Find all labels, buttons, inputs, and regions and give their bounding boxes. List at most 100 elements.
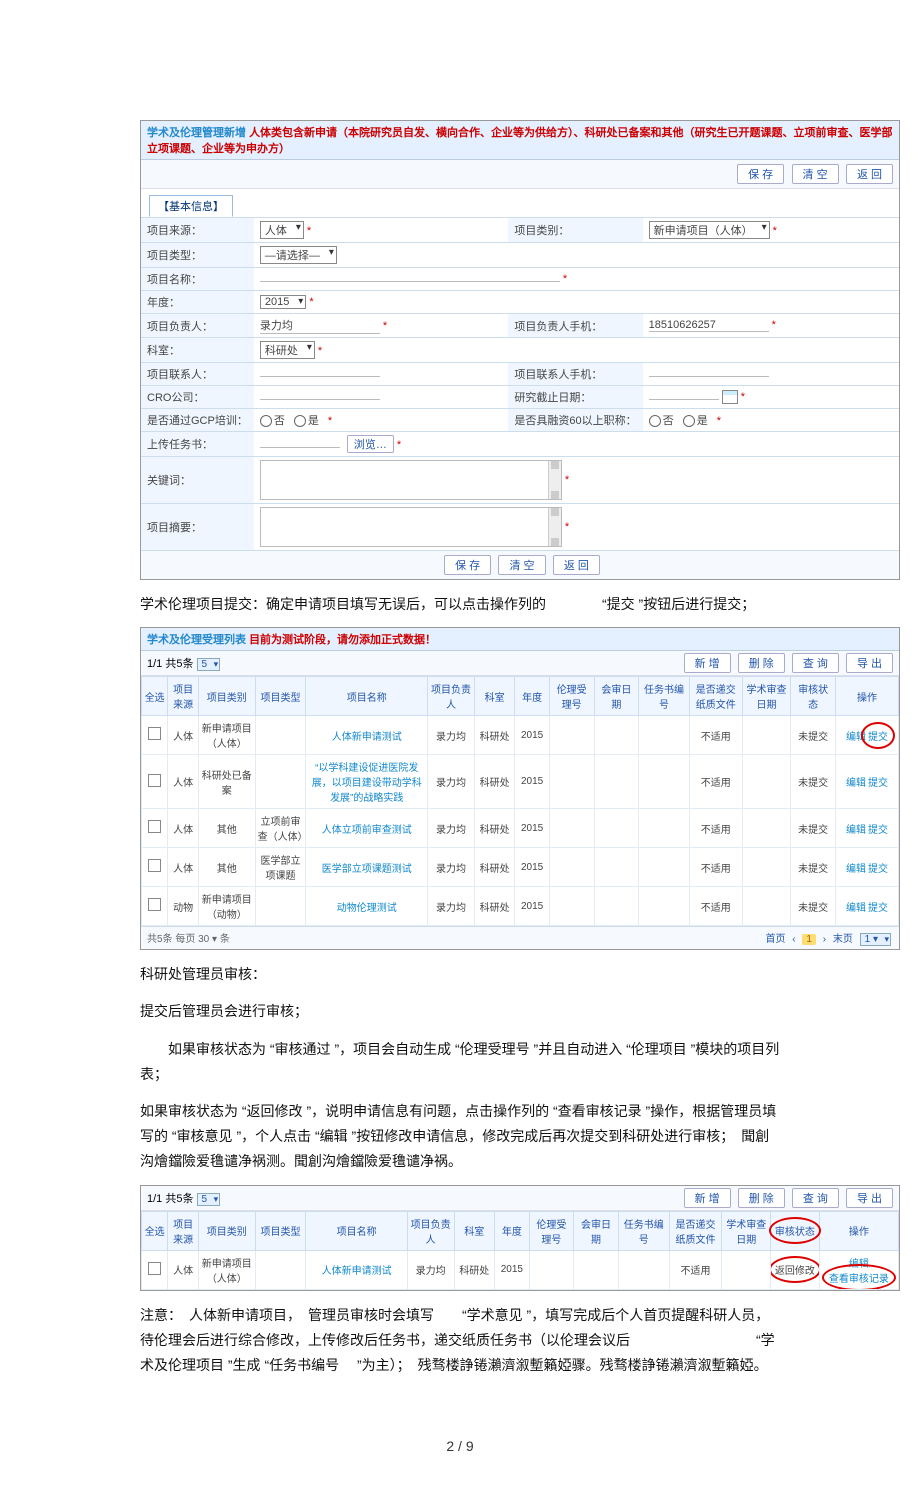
- table-row: 人体新申请项目（人体）人体新申请测试录力均科研处2015不适用未提交编辑提交: [142, 716, 899, 755]
- save-button-bottom[interactable]: 保 存: [444, 555, 491, 575]
- row-checkbox[interactable]: [148, 774, 161, 787]
- current-page: 1: [802, 934, 816, 945]
- project-name-link[interactable]: 医学部立项课题测试: [322, 864, 412, 875]
- type-select[interactable]: —请选择—: [260, 246, 337, 264]
- new-button[interactable]: 新 增: [684, 653, 731, 673]
- next-page-link[interactable]: ›: [823, 934, 826, 945]
- cell: [142, 716, 168, 755]
- col-header: 任务书编号: [639, 677, 690, 716]
- upload-path: [260, 447, 340, 448]
- col-header: 科室: [474, 677, 515, 716]
- cell: [639, 716, 690, 755]
- row-checkbox[interactable]: [148, 727, 161, 740]
- lbl-abstract: 项目摘要：: [141, 504, 254, 551]
- row-checkbox[interactable]: [148, 898, 161, 911]
- list2-page-size[interactable]: 5: [197, 1193, 221, 1206]
- year-select[interactable]: 2015: [260, 295, 306, 309]
- col-header: 审核状态: [771, 1211, 820, 1250]
- delete-button[interactable]: 删 除: [738, 653, 785, 673]
- delete-button-2[interactable]: 删 除: [738, 1188, 785, 1208]
- col-header: 项目类型: [255, 1211, 306, 1250]
- save-button[interactable]: 保 存: [737, 164, 784, 184]
- op-link[interactable]: 提交: [868, 778, 888, 789]
- lbl-gcp: 是否通过GCP培训：: [141, 409, 254, 432]
- back-button[interactable]: 返 回: [846, 164, 893, 184]
- op-link[interactable]: 编辑: [846, 903, 866, 914]
- list1-header-title: 学术及伦理受理列表: [147, 634, 246, 646]
- row-checkbox[interactable]: [148, 820, 161, 833]
- cell: 医学部立项课题: [255, 848, 306, 887]
- gcp-no-radio[interactable]: 否: [260, 412, 285, 428]
- col-header: 审核状态: [791, 677, 836, 716]
- name-input[interactable]: [260, 281, 560, 282]
- list2-grid: 全选项目来源项目类别项目类型项目名称项目负责人科室年度伦理受理号会审日期任务书编…: [141, 1211, 899, 1290]
- op-link[interactable]: 编辑: [846, 778, 866, 789]
- op-link[interactable]: 查看审核记录: [829, 1274, 889, 1285]
- list1-page-size[interactable]: 5: [197, 658, 221, 671]
- op-link[interactable]: 编辑: [846, 825, 866, 836]
- contact-input[interactable]: [260, 376, 380, 377]
- project-name-link[interactable]: 人体新申请测试: [332, 732, 402, 743]
- back-button-bottom[interactable]: 返 回: [553, 555, 600, 575]
- row-checkbox[interactable]: [148, 859, 161, 872]
- col-header: 科室: [454, 1211, 495, 1250]
- project-name-link[interactable]: “以学科建设促进医院发展，以项目建设带动学科发展”的战略实践: [312, 763, 422, 804]
- op-link[interactable]: 编辑: [846, 864, 866, 875]
- leader-phone-input[interactable]: 18510626257: [649, 319, 769, 332]
- cell: [529, 1250, 574, 1289]
- fund-no-radio[interactable]: 否: [649, 412, 674, 428]
- leader-input[interactable]: 录力均: [260, 317, 380, 334]
- col-header: 项目类型: [255, 677, 306, 716]
- keywords-textarea[interactable]: [260, 460, 562, 500]
- op-link[interactable]: 编辑: [846, 732, 866, 743]
- new-button-2[interactable]: 新 增: [684, 1188, 731, 1208]
- prev-page-link[interactable]: ‹: [792, 934, 795, 945]
- source-select[interactable]: 人体: [260, 221, 304, 239]
- gcp-yes-radio[interactable]: 是: [294, 412, 319, 428]
- calendar-icon[interactable]: [722, 390, 738, 404]
- lbl-leader: 项目负责人：: [141, 314, 254, 338]
- dept-select[interactable]: 科研处: [260, 341, 315, 359]
- list1-toolbar: 1/1 共5条 5 新 增 删 除 查 询 导 出: [141, 651, 899, 676]
- lbl-cro: CRO公司：: [141, 386, 254, 409]
- col-header: 任务书编号: [618, 1211, 669, 1250]
- op-link[interactable]: 编辑: [849, 1259, 869, 1270]
- goto-page[interactable]: 1 ▾: [860, 933, 891, 946]
- doc-text-1: 学术伦理项目提交：确定申请项目填写无误后，可以点击操作列的 “提交 ”按钮后进行…: [140, 592, 780, 617]
- deadline-input[interactable]: [649, 399, 719, 400]
- clear-button[interactable]: 清 空: [792, 164, 839, 184]
- op-link[interactable]: 提交: [868, 825, 888, 836]
- basic-info-tab[interactable]: 【基本信息】: [149, 195, 233, 217]
- last-page-link[interactable]: 末页: [833, 934, 853, 945]
- cell: 2015: [515, 887, 550, 926]
- doc-text-2b: 提交后管理员会进行审核；: [140, 999, 780, 1024]
- op-link[interactable]: 提交: [868, 864, 888, 875]
- first-page-link[interactable]: 首页: [765, 934, 785, 945]
- cro-input[interactable]: [260, 399, 380, 400]
- cell: 不适用: [689, 809, 742, 848]
- doc-text-2a: 科研处管理员审核：: [140, 962, 780, 987]
- project-name-link[interactable]: 人体新申请测试: [322, 1266, 392, 1277]
- abstract-textarea[interactable]: [260, 507, 562, 547]
- export-button-2[interactable]: 导 出: [846, 1188, 893, 1208]
- op-link[interactable]: 提交: [868, 732, 888, 743]
- form-toolbar: 保 存 清 空 返 回: [141, 160, 899, 189]
- browse-button[interactable]: 浏览…: [347, 435, 394, 453]
- fund-yes-radio[interactable]: 是: [683, 412, 708, 428]
- export-button[interactable]: 导 出: [846, 653, 893, 673]
- page-number: 2 / 9: [0, 1438, 920, 1454]
- contact-phone-input[interactable]: [649, 376, 769, 377]
- project-name-link[interactable]: 人体立项前审查测试: [322, 825, 412, 836]
- col-header: 是否递交纸质文件: [669, 1211, 722, 1250]
- query-button[interactable]: 查 询: [792, 653, 839, 673]
- row-checkbox[interactable]: [148, 1262, 161, 1275]
- cell: 录力均: [428, 809, 475, 848]
- query-button-2[interactable]: 查 询: [792, 1188, 839, 1208]
- cell: “以学科建设促进医院发展，以项目建设带动学科发展”的战略实践: [306, 755, 428, 809]
- project-name-link[interactable]: 动物伦理测试: [337, 903, 397, 914]
- clear-button-bottom[interactable]: 清 空: [498, 555, 545, 575]
- category-select[interactable]: 新申请项目（人体）: [649, 221, 770, 239]
- op-link[interactable]: 提交: [868, 903, 888, 914]
- list1-pager: 首页 ‹ 1 › 末页 1 ▾: [763, 930, 893, 946]
- form-footer: 保 存 清 空 返 回: [141, 550, 899, 579]
